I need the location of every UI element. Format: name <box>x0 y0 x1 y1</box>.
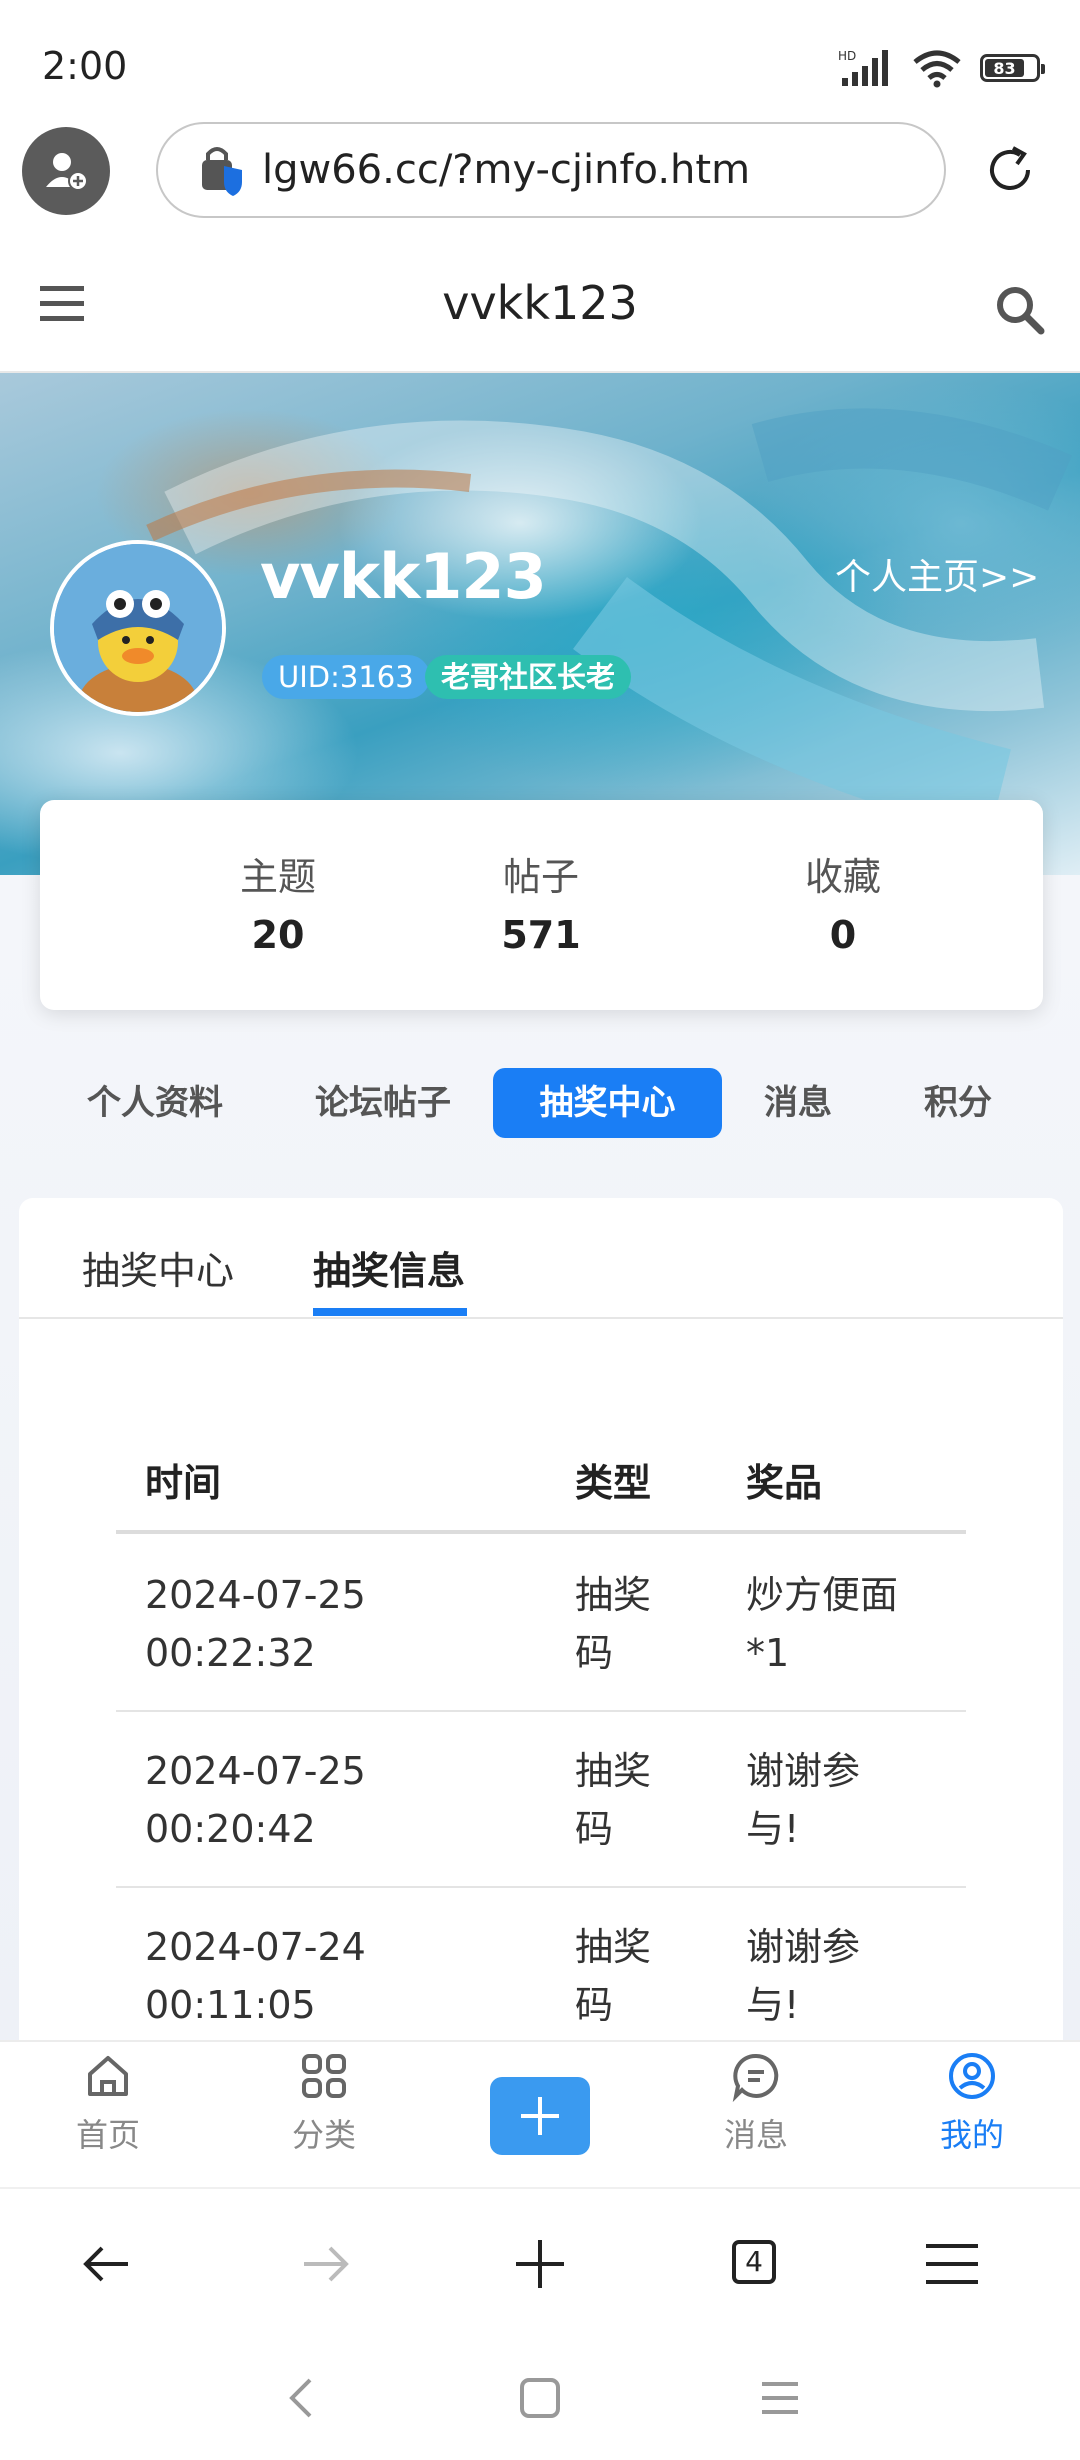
rank-badge: 老哥社区长老 <box>425 655 632 699</box>
time-date: 2024-07-24 <box>145 1925 366 1969</box>
stat-value: 20 <box>251 913 305 957</box>
tab-forum-posts[interactable]: 论坛帖子 <box>298 1068 468 1138</box>
tab-count-icon: 4 <box>732 2240 776 2284</box>
active-subtab-indicator <box>313 1308 467 1316</box>
wifi-icon <box>913 50 961 88</box>
tabs-button[interactable]: 4 <box>724 2232 788 2296</box>
stat-posts[interactable]: 帖子 571 <box>441 846 641 957</box>
app-nav-categories[interactable]: 分类 <box>244 2050 404 2156</box>
url-field[interactable]: lgw66.cc/?my-cjinfo.htm <box>156 122 946 218</box>
column-header-prize: 奖品 <box>746 1461 823 1505</box>
add-post-button[interactable] <box>490 2077 590 2155</box>
time-date: 2024-07-25 <box>145 1749 366 1793</box>
status-time: 2:00 <box>42 44 128 88</box>
type-line: 抽奖 <box>575 1925 652 1969</box>
system-back-icon[interactable] <box>274 2370 330 2426</box>
uid-badge: UID:3163 <box>262 655 430 699</box>
grid-icon <box>302 2054 346 2098</box>
battery-level: 83 <box>993 58 1016 78</box>
app-nav-mine[interactable]: 我的 <box>892 2050 1052 2156</box>
table-row-prize: 谢谢参 与! <box>746 1742 860 1858</box>
user-icon <box>949 2053 995 2099</box>
table-row-time: 2024-07-25 00:22:32 <box>145 1566 366 1682</box>
type-line: 抽奖 <box>575 1573 652 1617</box>
tab-lottery-center[interactable]: 抽奖中心 <box>493 1068 722 1138</box>
stat-value: 0 <box>829 913 857 957</box>
stat-value: 571 <box>501 913 581 957</box>
type-line: 码 <box>575 1983 614 2027</box>
url-text: lgw66.cc/?my-cjinfo.htm <box>262 147 751 193</box>
network-label: HD <box>838 49 856 63</box>
tab-messages[interactable]: 消息 <box>738 1068 858 1138</box>
battery-icon: 83 <box>980 54 1045 82</box>
type-line: 码 <box>575 1631 614 1675</box>
type-line: 抽奖 <box>575 1749 652 1793</box>
new-tab-plus-icon[interactable] <box>508 2232 572 2296</box>
app-nav-label: 我的 <box>939 2116 1004 2154</box>
time-clock: 00:22:32 <box>145 1631 316 1675</box>
avatar-image <box>54 544 222 712</box>
profile-username: vvkk123 <box>260 540 547 613</box>
app-nav-home[interactable]: 首页 <box>28 2050 188 2156</box>
stat-topics[interactable]: 主题 20 <box>178 846 378 957</box>
column-header-time: 时间 <box>145 1461 222 1505</box>
table-row-prize: 谢谢参 与! <box>746 1918 860 2034</box>
subtab-lottery-center[interactable]: 抽奖中心 <box>82 1240 234 1295</box>
prize-line: 与! <box>746 1807 800 1851</box>
forward-arrow-icon[interactable] <box>292 2232 356 2296</box>
tab-points[interactable]: 积分 <box>898 1068 1018 1138</box>
app-nav-label: 首页 <box>75 2116 140 2154</box>
cellular-signal-icon: HD <box>838 49 888 86</box>
stat-favorites[interactable]: 收藏 0 <box>743 846 943 957</box>
profile-homepage-link[interactable]: 个人主页>> <box>835 548 1039 600</box>
table-row-type: 抽奖 码 <box>575 1918 651 2034</box>
system-recents-icon[interactable] <box>752 2370 808 2426</box>
home-icon <box>88 2056 128 2096</box>
back-arrow-icon[interactable] <box>76 2232 140 2296</box>
app-nav-label: 消息 <box>723 2116 788 2154</box>
prize-line: 与! <box>746 1983 800 2027</box>
site-title: vvkk123 <box>442 276 638 330</box>
subtab-divider <box>19 1317 1063 1319</box>
prize-line: *1 <box>746 1631 790 1675</box>
app-nav-messages[interactable]: 消息 <box>676 2050 836 2156</box>
stat-label: 主题 <box>239 855 316 899</box>
prize-line: 谢谢参 <box>746 1925 861 1969</box>
table-row-prize: 炒方便面 *1 <box>746 1566 898 1682</box>
table-row-time: 2024-07-24 00:11:05 <box>145 1918 366 2034</box>
tab-profile[interactable]: 个人资料 <box>70 1068 240 1138</box>
header-divider <box>116 1530 966 1534</box>
stat-label: 帖子 <box>502 855 579 899</box>
stat-label: 收藏 <box>804 855 881 899</box>
type-line: 码 <box>575 1807 614 1851</box>
incognito-user-icon <box>46 153 88 191</box>
site-security-icon <box>202 147 242 196</box>
status-icons: HD 83 <box>838 46 1045 90</box>
prize-line: 炒方便面 <box>746 1573 899 1617</box>
table-row-type: 抽奖 码 <box>575 1742 651 1858</box>
browser-profile-button[interactable] <box>22 127 110 215</box>
prize-line: 谢谢参 <box>746 1749 861 1793</box>
plus-icon <box>521 2097 559 2135</box>
row-divider <box>116 1886 966 1888</box>
column-header-type: 类型 <box>575 1461 652 1505</box>
time-clock: 00:11:05 <box>145 1983 316 2027</box>
time-date: 2024-07-25 <box>145 1573 366 1617</box>
row-divider <box>116 1710 966 1712</box>
browser-menu-icon[interactable] <box>920 2232 984 2296</box>
subtab-lottery-info[interactable]: 抽奖信息 <box>313 1240 465 1295</box>
stats-card: 主题 20 帖子 571 收藏 0 <box>40 800 1043 1010</box>
message-icon <box>732 2053 779 2102</box>
time-clock: 00:20:42 <box>145 1807 316 1851</box>
avatar[interactable] <box>50 540 226 716</box>
app-nav-label: 分类 <box>291 2116 356 2154</box>
reload-icon[interactable] <box>980 140 1040 200</box>
system-home-icon[interactable] <box>512 2370 568 2426</box>
tab-count: 4 <box>745 2245 763 2278</box>
table-row-type: 抽奖 码 <box>575 1566 651 1682</box>
table-row-time: 2024-07-25 00:20:42 <box>145 1742 366 1858</box>
search-icon[interactable] <box>994 284 1046 336</box>
